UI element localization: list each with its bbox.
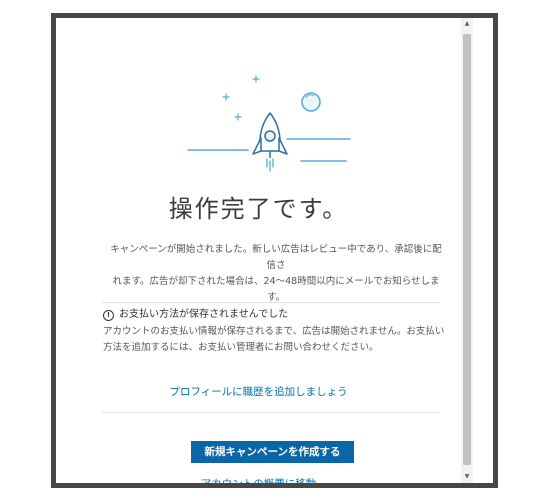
moon-icon — [301, 92, 321, 112]
window-margin — [473, 18, 493, 483]
add-work-history-link[interactable]: プロフィールに職歴を追加しましょう — [56, 384, 461, 399]
dialog-content: 操作完了です。 キャンペーンが開始されました。新しい広告はレビュー中であり、承認… — [56, 18, 461, 483]
scroll-down-icon[interactable]: ▼ — [461, 471, 473, 483]
dialog-window: 操作完了です。 キャンペーンが開始されました。新しい広告はレビュー中であり、承認… — [51, 13, 498, 488]
rocket-icon — [252, 112, 288, 158]
info-icon: ! — [103, 309, 114, 321]
notice-line: 方法を追加するには、お支払い管理者にお問い合わせください。 — [103, 342, 379, 353]
scroll-up-icon[interactable]: ▲ — [461, 18, 473, 30]
scroll-thumb[interactable] — [463, 34, 471, 465]
exhaust-lines — [266, 158, 274, 172]
description-line: れます。広告が却下された場合は、24～48時間以内にメールでお知らせしま — [112, 276, 440, 287]
description-line: キャンペーンが開始されました。新しい広告はレビュー中であり、承認後に配信さ — [110, 244, 442, 271]
rocket-illustration — [187, 75, 351, 172]
sparkle-icon — [222, 75, 260, 121]
create-campaign-button[interactable]: 新規キャンペーンを作成する — [191, 441, 354, 463]
scrollbar[interactable]: ▲ ▼ — [461, 18, 473, 483]
divider — [102, 412, 440, 413]
account-overview-link[interactable]: アカウントの概要に移動 — [56, 476, 461, 483]
dialog-title: 操作完了です。 — [168, 195, 349, 223]
payment-notice-body: アカウントのお支払い情報が保存されるまで、広告は開始されません。お支払い 方法を… — [103, 324, 448, 356]
description-line: す。 — [266, 292, 286, 303]
notice-line: アカウントのお支払い情報が保存されるまで、広告は開始されません。お支払い — [103, 326, 445, 337]
success-description: キャンペーンが開始されました。新しい広告はレビュー中であり、承認後に配信さ れま… — [106, 242, 446, 306]
divider — [102, 302, 440, 303]
payment-notice-heading: ! お支払い方法が保存されませんでした — [103, 308, 288, 322]
payment-notice-title: お支払い方法が保存されませんでした — [119, 309, 289, 320]
